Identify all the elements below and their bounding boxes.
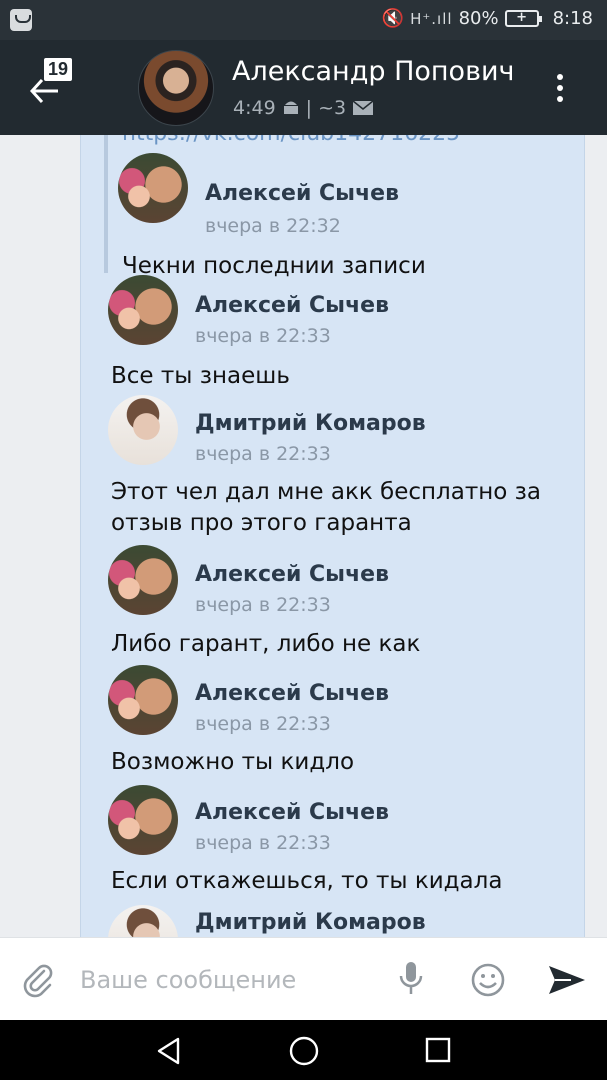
mail-icon bbox=[352, 100, 374, 115]
author-name[interactable]: Дмитрий Комаров bbox=[195, 411, 426, 436]
message-time: вчера в 22:33 bbox=[195, 443, 331, 465]
message-text: Чекни последнии записи bbox=[122, 253, 426, 279]
author-avatar[interactable] bbox=[108, 395, 178, 465]
device-separator: | ~3 bbox=[305, 97, 347, 119]
emoji-icon[interactable] bbox=[470, 962, 506, 998]
message-time: вчера в 22:32 bbox=[205, 215, 341, 237]
battery-percent: 80% bbox=[458, 8, 499, 29]
nav-back-icon[interactable] bbox=[154, 1036, 184, 1066]
more-menu-icon[interactable] bbox=[548, 70, 572, 106]
last-seen-time: 4:49 bbox=[233, 97, 276, 119]
message-time: вчера в 22:33 bbox=[195, 325, 331, 347]
author-avatar[interactable] bbox=[108, 785, 178, 855]
status-bar: 🔇 H⁺.ıll 80% + 8:18 bbox=[0, 0, 607, 40]
message-text: Этот чел дал мне акк бесплатно за отзыв … bbox=[111, 479, 541, 536]
author-name[interactable]: Алексей Сычев bbox=[195, 681, 389, 706]
author-name[interactable]: Алексей Сычев bbox=[195, 562, 389, 587]
system-navigation-bar bbox=[0, 1020, 607, 1080]
contact-status: 4:49 | ~3 bbox=[233, 97, 374, 119]
send-icon[interactable] bbox=[547, 964, 587, 996]
author-avatar[interactable] bbox=[108, 545, 178, 615]
message-composer: Ваше сообщение bbox=[0, 937, 607, 1020]
author-name[interactable]: Алексей Сычев bbox=[205, 181, 399, 206]
author-name[interactable]: Дмитрий Комаров bbox=[195, 910, 426, 935]
battery-icon: + bbox=[504, 10, 542, 27]
message-text: Возможно ты кидло bbox=[111, 749, 355, 775]
chat-header: 19 Александр Попович 4:49 | ~3 bbox=[0, 40, 607, 135]
back-arrow-icon bbox=[30, 78, 58, 104]
author-name[interactable]: Алексей Сычев bbox=[195, 293, 389, 318]
back-button[interactable]: 19 bbox=[24, 54, 94, 124]
status-indicators: 🔇 H⁺.ıll 80% + 8:18 bbox=[382, 8, 593, 29]
nav-home-icon[interactable] bbox=[288, 1035, 320, 1067]
author-name[interactable]: Алексей Сычев bbox=[195, 800, 389, 825]
message-list[interactable]: https://vk.com/club142716225 Алексей Сыч… bbox=[0, 135, 607, 937]
author-avatar[interactable] bbox=[108, 665, 178, 735]
message-text: Либо гарант, либо не как bbox=[111, 631, 421, 657]
message-time: вчера в 22:33 bbox=[195, 713, 331, 735]
contact-name[interactable]: Александр Попович bbox=[232, 56, 542, 87]
message-text: Все ты знаешь bbox=[111, 363, 290, 389]
notification-icon bbox=[10, 9, 32, 31]
message-time: вчера в 22:33 bbox=[195, 832, 331, 854]
clock: 8:18 bbox=[552, 8, 593, 29]
message-input[interactable]: Ваше сообщение bbox=[80, 966, 296, 994]
author-avatar[interactable] bbox=[118, 153, 188, 223]
message-time: вчера в 22:33 bbox=[195, 594, 331, 616]
mute-icon: 🔇 bbox=[381, 8, 405, 29]
microphone-icon[interactable] bbox=[398, 960, 424, 1000]
contact-avatar[interactable] bbox=[138, 50, 214, 126]
forwarded-link[interactable]: https://vk.com/club142716225 bbox=[122, 135, 460, 146]
android-icon bbox=[283, 101, 298, 114]
nav-recents-icon[interactable] bbox=[424, 1036, 452, 1064]
quote-line bbox=[104, 135, 108, 273]
signal-icon: H⁺.ıll bbox=[410, 9, 453, 28]
author-avatar[interactable] bbox=[108, 275, 178, 345]
message-text: Если откажешься, то ты кидала bbox=[111, 868, 503, 894]
attach-icon[interactable] bbox=[22, 962, 54, 998]
